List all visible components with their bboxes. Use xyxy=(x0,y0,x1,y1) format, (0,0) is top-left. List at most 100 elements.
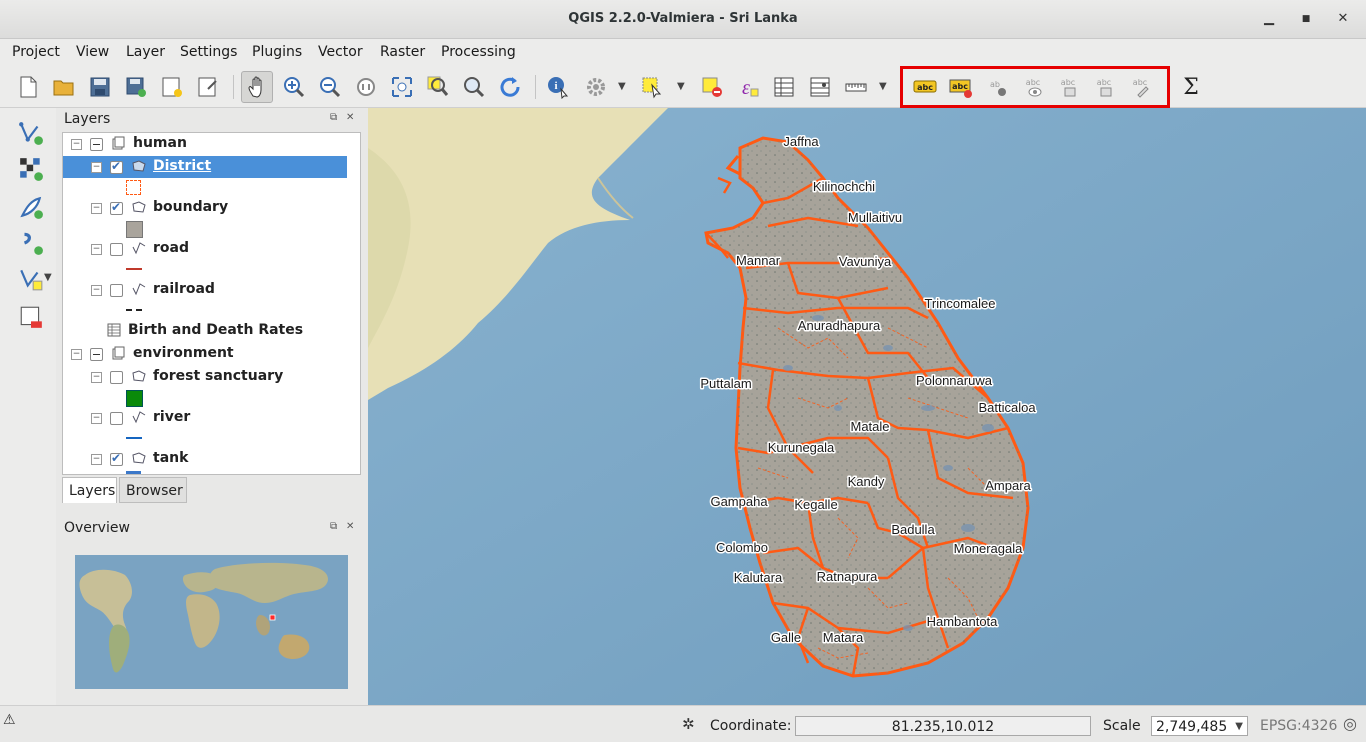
layers-tree: − human − District − boundary − road − r… xyxy=(62,132,361,475)
add-spatialite-layer-icon[interactable] xyxy=(16,192,46,222)
select-dropdown-icon[interactable]: ▼ xyxy=(677,81,685,92)
collapse-icon[interactable]: − xyxy=(91,244,102,255)
menu-vector[interactable]: Vector xyxy=(318,44,363,60)
identify-features-icon[interactable]: i xyxy=(544,73,572,101)
layer-checkbox[interactable] xyxy=(110,412,123,425)
close-button[interactable]: ✕ xyxy=(1332,8,1354,30)
collapse-icon[interactable]: − xyxy=(91,372,102,383)
layer-item-forest-sanctuary[interactable]: − forest sanctuary xyxy=(63,366,349,388)
run-action-icon[interactable] xyxy=(582,73,610,101)
layer-item-tank[interactable]: − tank xyxy=(63,448,349,470)
layer-group-environment[interactable]: − environment xyxy=(63,343,349,365)
warning-icon[interactable]: ⚠ xyxy=(3,712,16,728)
map-canvas[interactable]: Jaffna Kilinochchi Mullaitivu Mannar Vav… xyxy=(368,108,1366,705)
menu-view[interactable]: View xyxy=(76,44,109,60)
scale-selector[interactable]: 2,749,485 ▼ xyxy=(1151,716,1248,736)
layer-checkbox[interactable] xyxy=(110,371,123,384)
deselect-features-icon[interactable] xyxy=(698,73,726,101)
menu-processing[interactable]: Processing xyxy=(441,44,516,60)
layer-item-district[interactable]: − District xyxy=(63,156,347,178)
collapse-icon[interactable]: − xyxy=(91,162,102,173)
menu-plugins[interactable]: Plugins xyxy=(252,44,302,60)
add-wms-layer-icon[interactable] xyxy=(16,228,46,258)
crs-status[interactable]: EPSG:4326 xyxy=(1260,718,1337,734)
layer-checkbox[interactable] xyxy=(110,451,123,466)
zoom-to-selection-icon[interactable] xyxy=(424,73,452,101)
polygon-layer-icon xyxy=(131,369,147,387)
add-vector-layer-icon[interactable] xyxy=(16,118,46,148)
select-features-icon[interactable] xyxy=(638,73,666,101)
field-calculator-icon[interactable]: ε xyxy=(734,73,762,101)
layer-item-road[interactable]: − road xyxy=(63,238,349,260)
overview-map[interactable] xyxy=(75,555,348,689)
layer-checkbox[interactable] xyxy=(110,200,123,215)
run-action-dropdown-icon[interactable]: ▼ xyxy=(618,81,626,92)
new-layer-dropdown-icon[interactable]: ▼ xyxy=(44,272,52,283)
add-raster-layer-icon[interactable] xyxy=(16,154,46,184)
collapse-icon[interactable]: − xyxy=(91,413,102,424)
menu-project[interactable]: Project xyxy=(12,44,60,60)
layers-panel-title: Layers xyxy=(64,111,111,127)
map-label-kandy: Kandy xyxy=(848,474,885,489)
layer-item-boundary[interactable]: − boundary xyxy=(63,197,349,219)
zoom-native-icon[interactable] xyxy=(352,73,380,101)
minimize-button[interactable]: ▁ xyxy=(1258,8,1280,30)
collapse-icon[interactable]: − xyxy=(91,203,102,214)
layer-item-railroad[interactable]: − railroad xyxy=(63,279,349,301)
measure-line-icon[interactable] xyxy=(842,73,870,101)
polygon-layer-icon xyxy=(131,451,147,469)
zoom-in-icon[interactable] xyxy=(280,73,308,101)
tab-browser[interactable]: Browser xyxy=(119,477,187,503)
remove-layer-icon[interactable] xyxy=(16,302,46,332)
scale-dropdown-icon[interactable]: ▼ xyxy=(1235,717,1243,737)
map-label-kalutara: Kalutara xyxy=(734,570,783,585)
zoom-full-icon[interactable] xyxy=(388,73,416,101)
tab-layers[interactable]: Layers xyxy=(62,477,117,503)
layers-panel-float-icon[interactable]: ⧉ xyxy=(330,112,337,123)
map-label-polonnaruwa: Polonnaruwa xyxy=(916,373,993,388)
menu-raster[interactable]: Raster xyxy=(380,44,425,60)
collapse-icon[interactable]: − xyxy=(91,454,102,465)
overview-panel-float-icon[interactable]: ⧉ xyxy=(330,521,337,532)
layer-checkbox[interactable] xyxy=(110,284,123,297)
crs-globe-icon[interactable]: ◎ xyxy=(1343,714,1357,733)
save-project-icon[interactable] xyxy=(86,73,114,101)
save-as-icon[interactable] xyxy=(122,73,150,101)
new-shapefile-layer-icon[interactable] xyxy=(16,264,46,294)
group-checkbox[interactable] xyxy=(90,138,103,151)
zoom-to-layer-icon[interactable] xyxy=(460,73,488,101)
refresh-icon[interactable] xyxy=(496,73,524,101)
menu-layer[interactable]: Layer xyxy=(126,44,165,60)
group-checkbox[interactable] xyxy=(90,348,103,361)
render-toggle-icon[interactable]: ✲ xyxy=(682,715,695,733)
collapse-icon[interactable]: − xyxy=(71,139,82,150)
new-print-composer-icon[interactable] xyxy=(158,73,186,101)
pan-map-icon[interactable] xyxy=(241,71,273,103)
statistics-icon[interactable] xyxy=(806,73,834,101)
menu-bar: Project View Layer Settings Plugins Vect… xyxy=(0,39,1366,67)
layer-group-human[interactable]: − human xyxy=(63,133,349,155)
map-label-gampaha: Gampaha xyxy=(710,494,768,509)
layer-label: boundary xyxy=(153,199,229,215)
layers-panel-close-icon[interactable]: ✕ xyxy=(346,112,354,123)
layer-item-river[interactable]: − river xyxy=(63,407,349,429)
maximize-button[interactable]: ■ xyxy=(1295,8,1317,30)
attribute-table-icon[interactable] xyxy=(770,73,798,101)
sum-statistics-icon[interactable]: Σ xyxy=(1177,73,1205,101)
layer-checkbox[interactable] xyxy=(110,159,123,174)
map-label-galle: Galle xyxy=(771,630,801,645)
coordinate-field[interactable]: 81.235,10.012 xyxy=(795,716,1091,736)
new-project-icon[interactable] xyxy=(14,73,42,101)
layer-item-birth-death-rates[interactable]: Birth and Death Rates xyxy=(63,320,349,342)
zoom-out-icon[interactable] xyxy=(316,73,344,101)
collapse-icon[interactable]: − xyxy=(71,349,82,360)
overview-panel-close-icon[interactable]: ✕ xyxy=(346,521,354,532)
composer-manager-icon[interactable] xyxy=(194,73,222,101)
menu-settings[interactable]: Settings xyxy=(180,44,237,60)
district-symbol xyxy=(126,180,141,195)
collapse-icon[interactable]: − xyxy=(91,285,102,296)
open-project-icon[interactable] xyxy=(50,73,78,101)
map-label-anuradhapura: Anuradhapura xyxy=(798,318,881,333)
measure-dropdown-icon[interactable]: ▼ xyxy=(879,81,887,92)
layer-checkbox[interactable] xyxy=(110,243,123,256)
